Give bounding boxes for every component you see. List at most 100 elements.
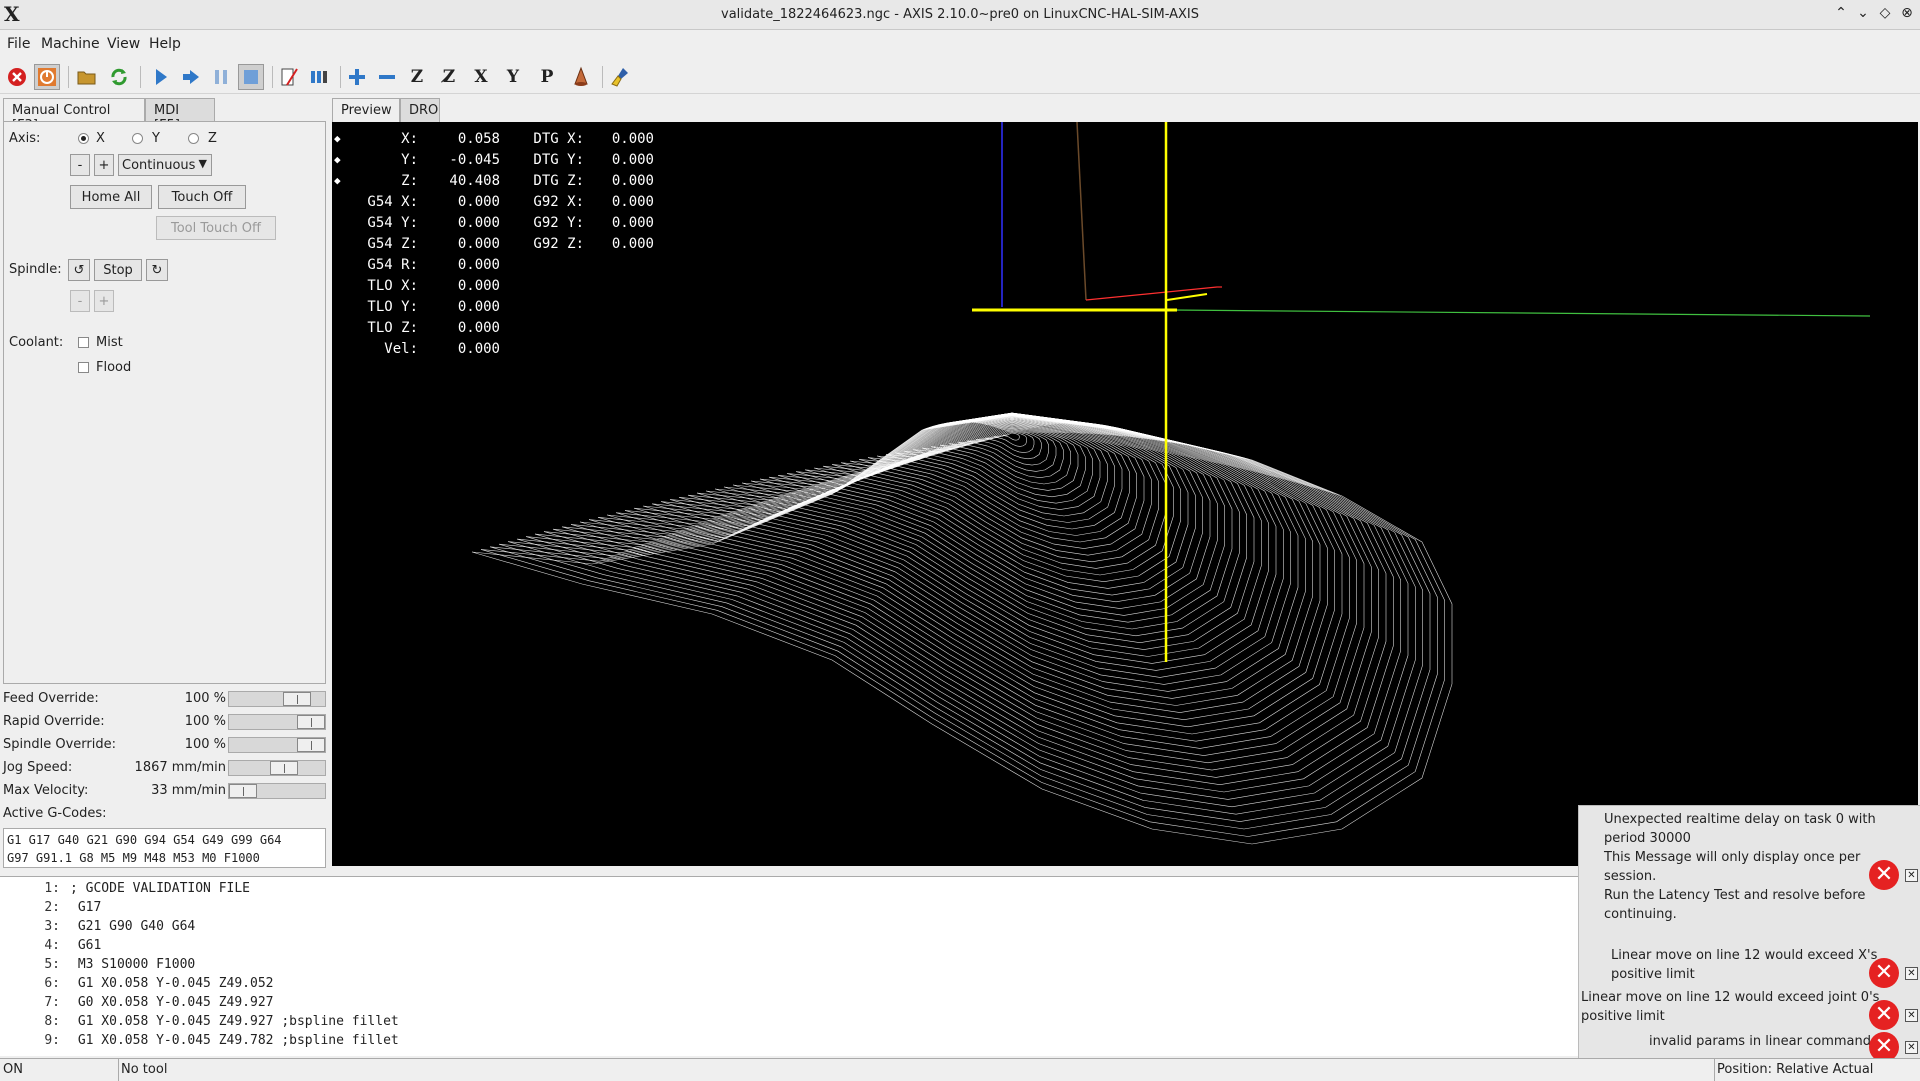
keep-above-icon[interactable]: ⌃ — [1832, 5, 1850, 21]
spindle-label: Spindle: — [9, 262, 62, 277]
active-gcodes-label: Active G-Codes: — [3, 806, 107, 821]
slider-handle[interactable] — [229, 784, 257, 798]
machine-power-button[interactable] — [34, 64, 60, 90]
axis-x-radio[interactable] — [78, 133, 89, 144]
dro-value: 0.000 — [457, 320, 500, 336]
step-icon — [183, 70, 199, 84]
jog-increment-select[interactable]: Continuous ▼ — [118, 154, 212, 176]
flood-label: Flood — [96, 360, 132, 375]
close-window-icon[interactable]: ⊗ — [1898, 5, 1916, 21]
dro-value: 0.058 — [457, 131, 500, 147]
tool-status: No tool — [121, 1062, 168, 1077]
gcode-line[interactable]: 2: G17 — [0, 900, 1578, 919]
pause-button[interactable] — [208, 64, 234, 90]
clear-backplot-button[interactable] — [608, 64, 634, 90]
gcode-line[interactable]: 3: G21 G90 G40 G64 — [0, 919, 1578, 938]
jog-increment-value: Continuous — [122, 157, 196, 173]
tab-manual-control[interactable]: Manual Control [F3] — [3, 98, 145, 133]
jog-minus-button[interactable]: - — [70, 154, 90, 176]
jog-plus-button[interactable]: + — [94, 154, 114, 176]
touch-off-button[interactable]: Touch Off — [158, 185, 246, 209]
override-slider[interactable] — [228, 783, 326, 799]
gcode-line[interactable]: 1: ; GCODE VALIDATION FILE — [0, 881, 1578, 900]
tool-touch-off-button[interactable]: Tool Touch Off — [156, 216, 276, 240]
axis-y-radio[interactable] — [132, 133, 143, 144]
minimize-icon[interactable]: ⌄ — [1854, 5, 1872, 21]
slider-handle[interactable] — [297, 715, 325, 729]
spindle-slower-button[interactable]: - — [70, 290, 90, 312]
home-all-button[interactable]: Home All — [70, 185, 152, 209]
slider-handle[interactable] — [283, 692, 311, 706]
toolpath-loop — [732, 414, 1240, 637]
estop-button[interactable] — [4, 64, 30, 90]
gcode-line[interactable]: 5: M3 S10000 F1000 — [0, 957, 1578, 976]
preview-canvas[interactable]: X: 0.058 DTG X: 0.000 ◆ Y: -0.045 DTG Y: 0.000 ◆ Z… — [332, 122, 1918, 866]
run-button[interactable] — [148, 64, 174, 90]
gcode-line[interactable]: 9: G1 X0.058 Y-0.045 Z49.782 ;bspline fi… — [0, 1033, 1578, 1052]
zoom-out-button[interactable] — [374, 64, 400, 90]
spindle-faster-button[interactable]: + — [94, 290, 114, 312]
toolpath-loop — [480, 415, 1445, 837]
menu-file[interactable]: File — [7, 36, 30, 52]
zoom-in-button[interactable] — [344, 64, 370, 90]
override-name: Spindle Override: — [3, 737, 116, 752]
override-slider[interactable] — [228, 737, 326, 753]
flood-checkbox[interactable] — [78, 362, 89, 373]
override-row: Rapid Override: 100 % — [3, 711, 326, 733]
menu-help[interactable]: Help — [149, 36, 181, 52]
tab-dro[interactable]: DRO — [400, 98, 440, 122]
spindle-cw-button[interactable]: ↻ — [146, 259, 168, 281]
axis-z-radio[interactable] — [188, 133, 199, 144]
toolpath-loop — [921, 425, 1086, 498]
slider-handle[interactable] — [270, 761, 298, 775]
estop-icon — [8, 68, 26, 86]
view-z2-button[interactable]: Z̸ — [436, 64, 462, 90]
gcode-line[interactable]: 4: G61 — [0, 938, 1578, 957]
gcode-line[interactable]: 8: G1 X0.058 Y-0.045 Z49.927 ;bspline fi… — [0, 1014, 1578, 1033]
line-number: 5: — [44, 957, 60, 972]
notification-line: Unexpected realtime delay on task 0 with — [1604, 812, 1876, 827]
override-slider[interactable] — [228, 714, 326, 730]
override-slider[interactable] — [228, 760, 326, 776]
open-file-button[interactable] — [74, 64, 100, 90]
close-icon[interactable]: ✕ — [1905, 1009, 1918, 1022]
notification-line: This Message will only display once per — [1604, 850, 1861, 865]
spindle-ccw-button[interactable]: ↺ — [68, 259, 90, 281]
rotate-view-button[interactable] — [568, 64, 594, 90]
view-z-button[interactable]: Z — [404, 64, 430, 90]
tab-mdi[interactable]: MDI [F5] — [145, 98, 215, 133]
gcode-listing[interactable]: 1:; GCODE VALIDATION FILE 2: G17 3: G21 G9… — [0, 876, 1578, 1056]
step-button[interactable] — [178, 64, 204, 90]
slider-handle[interactable] — [297, 738, 325, 752]
optional-stop-button[interactable] — [306, 64, 332, 90]
view-p-button[interactable]: P — [534, 64, 560, 90]
dro-value: 0.000 — [611, 152, 654, 168]
spindle-stop-button[interactable]: Stop — [94, 259, 142, 281]
left-tabs: Manual Control [F3] MDI [F5] — [3, 98, 333, 133]
view-x-button[interactable]: X — [468, 64, 494, 90]
toolpath-loop — [723, 414, 1247, 644]
menu-machine[interactable]: Machine — [41, 36, 100, 52]
mist-checkbox[interactable] — [78, 337, 89, 348]
override-name: Feed Override: — [3, 691, 99, 706]
block-delete-button[interactable] — [276, 64, 302, 90]
dro-value: 0.000 — [457, 278, 500, 294]
close-icon[interactable]: ✕ — [1905, 869, 1918, 882]
reload-button[interactable] — [106, 64, 132, 90]
view-y-button[interactable]: Y — [500, 64, 526, 90]
gcode-line[interactable]: 6: G1 X0.058 Y-0.045 Z49.052 — [0, 976, 1578, 995]
close-icon[interactable]: ✕ — [1905, 967, 1918, 980]
override-slider[interactable] — [228, 691, 326, 707]
toolbar: Z Z̸ X Y P — [0, 60, 1920, 94]
stop-button[interactable] — [238, 64, 264, 90]
maximize-icon[interactable]: ◇ — [1876, 5, 1894, 21]
close-icon[interactable]: ✕ — [1905, 1041, 1918, 1054]
optional-stop-icon — [311, 71, 327, 83]
machine-state: ON — [3, 1062, 23, 1077]
tab-preview[interactable]: Preview — [332, 98, 400, 122]
axis-y-label: Y — [152, 131, 160, 146]
power-icon — [38, 68, 56, 86]
menu-view[interactable]: View — [107, 36, 140, 52]
homed-icon: ◆ — [334, 174, 341, 187]
gcode-line[interactable]: 7: G0 X0.058 Y-0.045 Z49.927 — [0, 995, 1578, 1014]
